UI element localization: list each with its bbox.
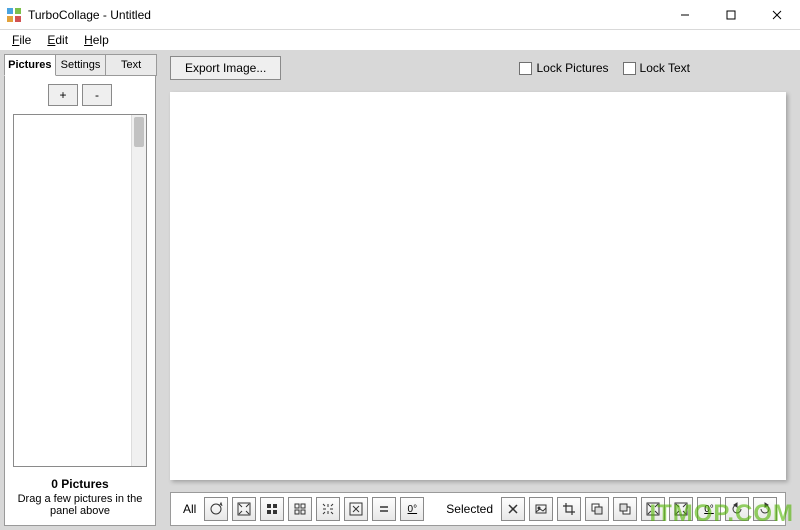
all-label: All bbox=[183, 502, 196, 516]
titlebar: TurboCollage - Untitled bbox=[0, 0, 800, 30]
fit-icon[interactable] bbox=[232, 497, 256, 521]
zero-degree-selected-button[interactable]: 0° bbox=[697, 497, 721, 521]
grid-4b-icon[interactable] bbox=[288, 497, 312, 521]
fit3-icon[interactable] bbox=[669, 497, 693, 521]
minimize-button[interactable] bbox=[662, 0, 708, 30]
arrows-out-icon[interactable] bbox=[316, 497, 340, 521]
selected-label: Selected bbox=[446, 502, 493, 516]
crop-icon[interactable] bbox=[557, 497, 581, 521]
arrows-out2-icon[interactable] bbox=[344, 497, 368, 521]
equal-icon[interactable] bbox=[372, 497, 396, 521]
bottom-toolbar: All bbox=[170, 492, 786, 526]
fit2-icon[interactable] bbox=[641, 497, 665, 521]
send-back-icon[interactable] bbox=[585, 497, 609, 521]
export-image-button[interactable]: Export Image... bbox=[170, 56, 281, 80]
top-toolbar: Export Image... Lock Pictures Lock Text bbox=[170, 54, 790, 82]
menu-bar: File Edit Help bbox=[0, 30, 800, 50]
scrollbar-thumb[interactable] bbox=[134, 117, 144, 147]
left-panel: Pictures Settings Text + - 0 Pictures Dr… bbox=[4, 54, 156, 526]
picture-count-label: 0 Pictures bbox=[13, 477, 147, 491]
collage-canvas[interactable] bbox=[170, 92, 786, 480]
menu-help[interactable]: Help bbox=[76, 31, 117, 49]
window-controls bbox=[662, 0, 800, 30]
checkbox-box bbox=[519, 62, 532, 75]
zero-degree-all-button[interactable]: 0° bbox=[400, 497, 424, 521]
right-panel: Export Image... Lock Pictures Lock Text … bbox=[164, 54, 796, 526]
window-title: TurboCollage - Untitled bbox=[28, 8, 151, 22]
lock-text-label: Lock Text bbox=[640, 61, 690, 75]
rotate-cw-icon[interactable] bbox=[753, 497, 777, 521]
picture-list[interactable] bbox=[13, 114, 147, 467]
app-icon bbox=[6, 7, 22, 23]
bring-front-icon[interactable] bbox=[613, 497, 637, 521]
picture-hint-label: Drag a few pictures in the panel above bbox=[13, 493, 147, 517]
close-button[interactable] bbox=[754, 0, 800, 30]
lock-text-checkbox[interactable]: Lock Text bbox=[623, 61, 690, 75]
delete-selected-icon[interactable] bbox=[501, 497, 525, 521]
maximize-button[interactable] bbox=[708, 0, 754, 30]
grid-4-icon[interactable] bbox=[260, 497, 284, 521]
rotate-ccw-icon[interactable] bbox=[725, 497, 749, 521]
pictures-panel: + - 0 Pictures Drag a few pictures in th… bbox=[4, 75, 156, 526]
rotate-all-icon[interactable] bbox=[204, 497, 228, 521]
tab-settings[interactable]: Settings bbox=[55, 54, 107, 76]
tab-text[interactable]: Text bbox=[105, 54, 157, 76]
tabs: Pictures Settings Text bbox=[4, 54, 156, 76]
tab-pictures[interactable]: Pictures bbox=[4, 54, 56, 76]
add-picture-button[interactable]: + bbox=[48, 84, 78, 106]
lock-pictures-checkbox[interactable]: Lock Pictures bbox=[519, 61, 608, 75]
image-icon[interactable] bbox=[529, 497, 553, 521]
menu-file[interactable]: File bbox=[4, 31, 39, 49]
main-area: Pictures Settings Text + - 0 Pictures Dr… bbox=[0, 50, 800, 530]
remove-picture-button[interactable]: - bbox=[82, 84, 112, 106]
menu-edit[interactable]: Edit bbox=[39, 31, 76, 49]
checkbox-box bbox=[623, 62, 636, 75]
lock-pictures-label: Lock Pictures bbox=[536, 61, 608, 75]
canvas-wrap bbox=[164, 88, 796, 486]
